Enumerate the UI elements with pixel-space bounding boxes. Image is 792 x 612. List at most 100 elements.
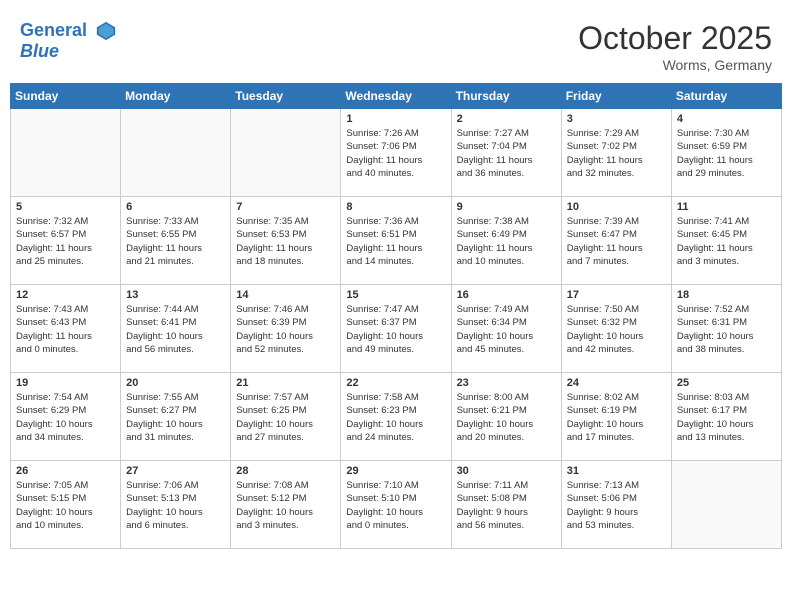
page-header: General Blue October 2025 Worms, Germany xyxy=(10,10,782,78)
day-info: Sunrise: 7:55 AM Sunset: 6:27 PM Dayligh… xyxy=(126,391,225,444)
day-info: Sunrise: 7:46 AM Sunset: 6:39 PM Dayligh… xyxy=(236,303,335,356)
day-info: Sunrise: 7:13 AM Sunset: 5:06 PM Dayligh… xyxy=(567,479,666,532)
location: Worms, Germany xyxy=(578,57,772,73)
day-number: 26 xyxy=(16,465,115,477)
day-number: 19 xyxy=(16,377,115,389)
day-number: 16 xyxy=(457,289,556,301)
calendar-cell: 25 Sunrise: 8:03 AM Sunset: 6:17 PM Dayli… xyxy=(671,373,781,461)
calendar-cell: 7 Sunrise: 7:35 AM Sunset: 6:53 PM Daylig… xyxy=(231,197,341,285)
calendar-cell: 24 Sunrise: 8:02 AM Sunset: 6:19 PM Dayli… xyxy=(561,373,671,461)
calendar-cell: 12 Sunrise: 7:43 AM Sunset: 6:43 PM Dayli… xyxy=(11,285,121,373)
month-title: October 2025 xyxy=(578,20,772,57)
calendar-cell: 1 Sunrise: 7:26 AM Sunset: 7:06 PM Daylig… xyxy=(341,109,451,197)
day-number: 4 xyxy=(677,113,776,125)
calendar-cell: 10 Sunrise: 7:39 AM Sunset: 6:47 PM Dayli… xyxy=(561,197,671,285)
logo-icon xyxy=(95,20,117,42)
day-number: 18 xyxy=(677,289,776,301)
day-number: 21 xyxy=(236,377,335,389)
calendar-week-5: 26Sunrise: 7:05 AM Sunset: 5:15 PM Dayli… xyxy=(11,461,782,549)
day-info: Sunrise: 7:29 AM Sunset: 7:02 PM Dayligh… xyxy=(567,127,666,180)
calendar-cell: 31 Sunrise: 7:13 AM Sunset: 5:06 PM Dayli… xyxy=(561,461,671,549)
day-info: Sunrise: 7:36 AM Sunset: 6:51 PM Dayligh… xyxy=(346,215,445,268)
day-info: Sunrise: 8:00 AM Sunset: 6:21 PM Dayligh… xyxy=(457,391,556,444)
calendar-cell: 2 Sunrise: 7:27 AM Sunset: 7:04 PM Daylig… xyxy=(451,109,561,197)
calendar-cell: 30Sunrise: 7:11 AM Sunset: 5:08 PM Dayli… xyxy=(451,461,561,549)
day-number: 24 xyxy=(567,377,666,389)
calendar-week-1: 1 Sunrise: 7:26 AM Sunset: 7:06 PM Daylig… xyxy=(11,109,782,197)
day-number: 10 xyxy=(567,201,666,213)
day-info: Sunrise: 7:11 AM Sunset: 5:08 PM Dayligh… xyxy=(457,479,556,532)
day-info: Sunrise: 7:08 AM Sunset: 5:12 PM Dayligh… xyxy=(236,479,335,532)
calendar-cell: 26Sunrise: 7:05 AM Sunset: 5:15 PM Dayli… xyxy=(11,461,121,549)
calendar-cell xyxy=(231,109,341,197)
calendar-cell xyxy=(11,109,121,197)
calendar-cell: 20Sunrise: 7:55 AM Sunset: 6:27 PM Dayli… xyxy=(121,373,231,461)
calendar-cell: 8Sunrise: 7:36 AM Sunset: 6:51 PM Daylig… xyxy=(341,197,451,285)
day-info: Sunrise: 7:41 AM Sunset: 6:45 PM Dayligh… xyxy=(677,215,776,268)
day-info: Sunrise: 7:58 AM Sunset: 6:23 PM Dayligh… xyxy=(346,391,445,444)
calendar-cell xyxy=(121,109,231,197)
weekday-header-monday: Monday xyxy=(121,84,231,109)
day-number: 5 xyxy=(16,201,115,213)
day-number: 23 xyxy=(457,377,556,389)
day-info: Sunrise: 7:47 AM Sunset: 6:37 PM Dayligh… xyxy=(346,303,445,356)
day-number: 29 xyxy=(346,465,445,477)
calendar-cell: 9Sunrise: 7:38 AM Sunset: 6:49 PM Daylig… xyxy=(451,197,561,285)
day-number: 2 xyxy=(457,113,556,125)
day-info: Sunrise: 7:26 AM Sunset: 7:06 PM Dayligh… xyxy=(346,127,445,180)
calendar-cell: 5 Sunrise: 7:32 AM Sunset: 6:57 PM Daylig… xyxy=(11,197,121,285)
day-info: Sunrise: 7:43 AM Sunset: 6:43 PM Dayligh… xyxy=(16,303,115,356)
day-number: 1 xyxy=(346,113,445,125)
day-info: Sunrise: 7:30 AM Sunset: 6:59 PM Dayligh… xyxy=(677,127,776,180)
calendar-cell: 6Sunrise: 7:33 AM Sunset: 6:55 PM Daylig… xyxy=(121,197,231,285)
weekday-header-thursday: Thursday xyxy=(451,84,561,109)
day-number: 27 xyxy=(126,465,225,477)
day-info: Sunrise: 7:39 AM Sunset: 6:47 PM Dayligh… xyxy=(567,215,666,268)
calendar-cell: 13Sunrise: 7:44 AM Sunset: 6:41 PM Dayli… xyxy=(121,285,231,373)
weekday-header-saturday: Saturday xyxy=(671,84,781,109)
calendar-cell: 4 Sunrise: 7:30 AM Sunset: 6:59 PM Daylig… xyxy=(671,109,781,197)
day-info: Sunrise: 7:35 AM Sunset: 6:53 PM Dayligh… xyxy=(236,215,335,268)
day-info: Sunrise: 8:02 AM Sunset: 6:19 PM Dayligh… xyxy=(567,391,666,444)
calendar-cell: 16Sunrise: 7:49 AM Sunset: 6:34 PM Dayli… xyxy=(451,285,561,373)
calendar-cell: 3 Sunrise: 7:29 AM Sunset: 7:02 PM Daylig… xyxy=(561,109,671,197)
day-number: 25 xyxy=(677,377,776,389)
day-number: 3 xyxy=(567,113,666,125)
day-info: Sunrise: 7:33 AM Sunset: 6:55 PM Dayligh… xyxy=(126,215,225,268)
day-number: 7 xyxy=(236,201,335,213)
logo-blue: Blue xyxy=(20,41,59,61)
day-number: 12 xyxy=(16,289,115,301)
day-number: 28 xyxy=(236,465,335,477)
day-number: 14 xyxy=(236,289,335,301)
weekday-header-friday: Friday xyxy=(561,84,671,109)
calendar-cell: 22 Sunrise: 7:58 AM Sunset: 6:23 PM Dayli… xyxy=(341,373,451,461)
calendar-week-3: 12 Sunrise: 7:43 AM Sunset: 6:43 PM Dayli… xyxy=(11,285,782,373)
day-info: Sunrise: 7:32 AM Sunset: 6:57 PM Dayligh… xyxy=(16,215,115,268)
weekday-header-sunday: Sunday xyxy=(11,84,121,109)
day-info: Sunrise: 7:38 AM Sunset: 6:49 PM Dayligh… xyxy=(457,215,556,268)
day-number: 13 xyxy=(126,289,225,301)
day-info: Sunrise: 7:57 AM Sunset: 6:25 PM Dayligh… xyxy=(236,391,335,444)
calendar-cell: 15 Sunrise: 7:47 AM Sunset: 6:37 PM Dayli… xyxy=(341,285,451,373)
calendar-week-2: 5 Sunrise: 7:32 AM Sunset: 6:57 PM Daylig… xyxy=(11,197,782,285)
day-number: 22 xyxy=(346,377,445,389)
day-number: 11 xyxy=(677,201,776,213)
calendar-cell xyxy=(671,461,781,549)
calendar-week-4: 19 Sunrise: 7:54 AM Sunset: 6:29 PM Dayli… xyxy=(11,373,782,461)
calendar-cell: 18 Sunrise: 7:52 AM Sunset: 6:31 PM Dayli… xyxy=(671,285,781,373)
calendar-cell: 11 Sunrise: 7:41 AM Sunset: 6:45 PM Dayli… xyxy=(671,197,781,285)
day-number: 31 xyxy=(567,465,666,477)
calendar-cell: 21 Sunrise: 7:57 AM Sunset: 6:25 PM Dayli… xyxy=(231,373,341,461)
day-info: Sunrise: 7:10 AM Sunset: 5:10 PM Dayligh… xyxy=(346,479,445,532)
day-info: Sunrise: 7:54 AM Sunset: 6:29 PM Dayligh… xyxy=(16,391,115,444)
weekday-header-wednesday: Wednesday xyxy=(341,84,451,109)
day-info: Sunrise: 7:06 AM Sunset: 5:13 PM Dayligh… xyxy=(126,479,225,532)
day-info: Sunrise: 7:52 AM Sunset: 6:31 PM Dayligh… xyxy=(677,303,776,356)
day-number: 17 xyxy=(567,289,666,301)
logo: General Blue xyxy=(20,20,117,62)
calendar-cell: 28 Sunrise: 7:08 AM Sunset: 5:12 PM Dayli… xyxy=(231,461,341,549)
day-info: Sunrise: 7:27 AM Sunset: 7:04 PM Dayligh… xyxy=(457,127,556,180)
day-number: 15 xyxy=(346,289,445,301)
calendar-cell: 17Sunrise: 7:50 AM Sunset: 6:32 PM Dayli… xyxy=(561,285,671,373)
day-info: Sunrise: 8:03 AM Sunset: 6:17 PM Dayligh… xyxy=(677,391,776,444)
